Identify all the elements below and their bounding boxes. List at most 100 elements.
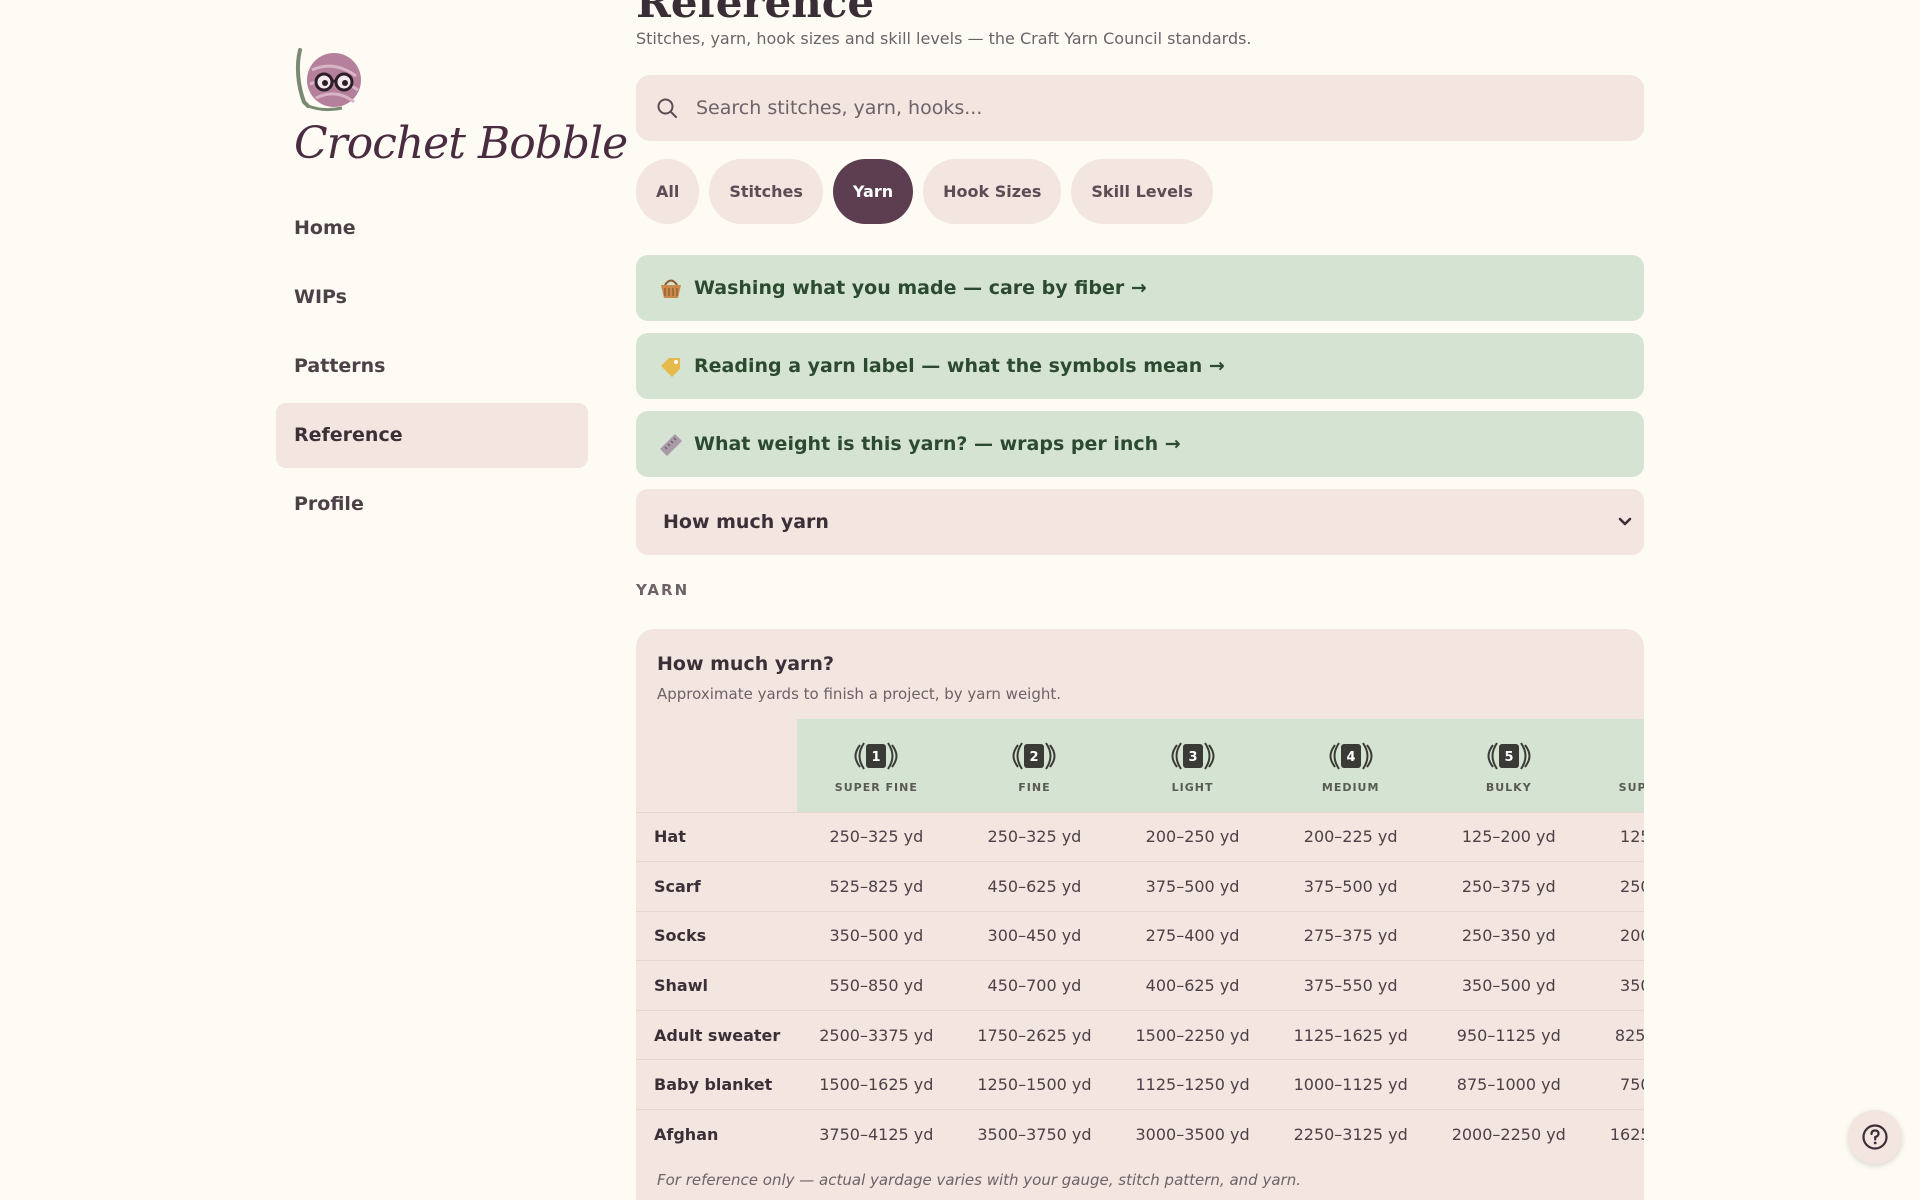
yardage-cell: 300–450 yd [955, 910, 1114, 961]
ruler-icon [660, 434, 682, 456]
yardage-cell: 250–375 yd [1429, 861, 1588, 912]
yardage-cell: 750–875 yd [1587, 1059, 1644, 1110]
search-input[interactable] [696, 75, 1616, 141]
nav-item-patterns[interactable]: Patterns [276, 334, 588, 399]
yardage-cell: 400–625 yd [1113, 960, 1272, 1011]
table-row: Scarf 525–825 yd 450–625 yd 375–500 yd 3… [636, 861, 1644, 912]
yardage-cell: 375–500 yd [1271, 861, 1430, 912]
weight-label: LIGHT [1171, 781, 1214, 794]
project-name: Baby blanket [636, 1059, 798, 1110]
yarn-weight-symbol-icon: 4 [1329, 742, 1373, 770]
yardage-cell: 375–500 yd [1113, 861, 1272, 912]
yardage-cell: 350–500 yd [797, 910, 956, 961]
filter-stitches[interactable]: Stitches [709, 159, 823, 224]
yardage-cell: 950–1125 yd [1429, 1009, 1588, 1060]
yardage-cell: 1500–2250 yd [1113, 1009, 1272, 1060]
yardage-cell: 875–1000 yd [1429, 1059, 1588, 1110]
nav-item-profile[interactable]: Profile [276, 472, 588, 537]
yardage-cell: 2500–3375 yd [797, 1009, 956, 1060]
filter-yarn[interactable]: Yarn [832, 159, 914, 224]
search-icon [657, 98, 677, 118]
yardage-cell: 200–250 yd [1587, 910, 1644, 961]
guide-label: What weight is this yarn? — wraps per in… [694, 433, 1181, 455]
yardage-cell: 1000–1125 yd [1271, 1059, 1430, 1110]
filter-skill-levels[interactable]: Skill Levels [1071, 159, 1213, 224]
table-row: Adult sweater 2500–3375 yd 1750–2625 yd … [636, 1009, 1644, 1060]
guide-link-yarn-label[interactable]: Reading a yarn label — what the symbols … [636, 333, 1644, 399]
table-row: Afghan 3750–4125 yd 3500–3750 yd 3000–35… [636, 1109, 1644, 1160]
yardage-cell: 550–850 yd [797, 960, 956, 1011]
weight-label: SUPER FINE [834, 781, 918, 794]
weight-label: SUPER BULKY [1618, 781, 1644, 794]
guide-link-wraps-per-inch[interactable]: What weight is this yarn? — wraps per in… [636, 411, 1644, 477]
yardage-cell: 125–200 yd [1429, 811, 1588, 862]
nav-item-home[interactable]: Home [276, 196, 588, 261]
tag-icon [661, 358, 680, 377]
yarn-weight-symbol-icon: 1 [854, 742, 898, 770]
brand-name: Crochet Bobble [294, 118, 628, 169]
weight-number: 4 [1346, 750, 1355, 765]
yardage-table-scroll[interactable]: 1 SUPER FINE 2 FINE 3 LIGHT 4 MEDIUM 5 B… [636, 719, 1644, 1160]
yardage-cell: 350–475 yd [1587, 960, 1644, 1011]
filter-all[interactable]: All [636, 159, 700, 224]
basket-icon [661, 279, 681, 298]
table-row: Hat 250–325 yd 250–325 yd 200–250 yd 200… [636, 811, 1644, 862]
yardage-cell: 350–500 yd [1429, 960, 1588, 1011]
nav-item-reference[interactable]: Reference [276, 403, 588, 468]
table-row: Baby blanket 1500–1625 yd 1250–1500 yd 1… [636, 1059, 1644, 1110]
yardage-cell: 200–225 yd [1271, 811, 1430, 862]
yardage-cell: 3500–3750 yd [955, 1109, 1114, 1160]
yarn-weight-symbol-icon: 2 [1012, 742, 1056, 770]
yardage-cell: 1500–1625 yd [797, 1059, 956, 1110]
guide-label: Washing what you made — care by fiber → [694, 277, 1147, 299]
brand-logo[interactable]: Crochet Bobble [294, 46, 628, 176]
project-name: Afghan [636, 1109, 798, 1160]
yardage-cell: 2000–2250 yd [1429, 1109, 1588, 1160]
chevron-down-icon [1618, 517, 1632, 526]
yardage-cell: 200–250 yd [1113, 811, 1272, 862]
yarn-amount-card: How much yarn? Approximate yards to fini… [636, 629, 1644, 1200]
yardage-cell: 3750–4125 yd [797, 1109, 956, 1160]
card-title: How much yarn? [657, 653, 834, 675]
project-name: Scarf [636, 861, 798, 912]
table-row: Shawl 550–850 yd 450–700 yd 400–625 yd 3… [636, 960, 1644, 1011]
search-bar [636, 75, 1644, 141]
topic-select-value: How much yarn [663, 511, 829, 533]
weight-header-1: 1 SUPER FINE [797, 719, 956, 812]
section-label: YARN [636, 581, 690, 599]
page-subtitle: Stitches, yarn, hook sizes and skill lev… [636, 29, 1252, 48]
yardage-cell: 3000–3500 yd [1113, 1109, 1272, 1160]
yardage-cell: 1750–2625 yd [955, 1009, 1114, 1060]
guide-label: Reading a yarn label — what the symbols … [694, 355, 1225, 377]
weight-header-3: 3 LIGHT [1113, 719, 1272, 812]
yardage-cell: 250–325 yd [797, 811, 956, 862]
weight-number: 3 [1188, 750, 1197, 765]
help-button[interactable] [1848, 1110, 1902, 1164]
weight-header-6: 6 SUPER BULKY [1587, 719, 1644, 812]
weight-number: 1 [872, 750, 881, 765]
yardage-cell: 1250–1500 yd [955, 1059, 1114, 1110]
project-name: Socks [636, 910, 798, 961]
nav-item-wips[interactable]: WIPs [276, 265, 588, 330]
help-icon [1862, 1124, 1888, 1150]
yardage-cell: 125–150 yd [1587, 811, 1644, 862]
yardage-cell: 1625–2000 yd [1587, 1109, 1644, 1160]
yardage-cell: 450–625 yd [955, 861, 1114, 912]
yardage-cell: 525–825 yd [797, 861, 956, 912]
yardage-cell: 1125–1625 yd [1271, 1009, 1430, 1060]
yardage-cell: 450–700 yd [955, 960, 1114, 1011]
topic-select[interactable]: How much yarn [636, 489, 1644, 555]
guide-link-washing[interactable]: Washing what you made — care by fiber → [636, 255, 1644, 321]
filter-hook-sizes[interactable]: Hook Sizes [923, 159, 1062, 224]
card-subtitle: Approximate yards to finish a project, b… [657, 685, 1062, 703]
weight-header-2: 2 FINE [955, 719, 1114, 812]
weight-label: BULKY [1485, 781, 1532, 794]
yardage-cell: 250–350 yd [1429, 910, 1588, 961]
yardage-cell: 250–375 yd [1587, 861, 1644, 912]
yardage-cell: 275–400 yd [1113, 910, 1272, 961]
weight-header-5: 5 BULKY [1429, 719, 1588, 812]
table-footnote: For reference only — actual yardage vari… [657, 1171, 1301, 1189]
yardage-cell: 1125–1250 yd [1113, 1059, 1272, 1110]
yardage-cell: 375–550 yd [1271, 960, 1430, 1011]
weight-number: 2 [1030, 750, 1039, 765]
